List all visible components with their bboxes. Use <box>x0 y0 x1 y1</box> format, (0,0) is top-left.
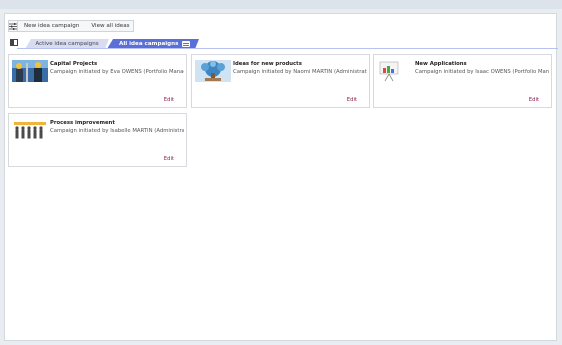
tab-underline <box>17 48 558 49</box>
sidebar-toggle-icon[interactable] <box>10 39 18 46</box>
campaigns-panel: New idea campaign View all ideas Active … <box>4 13 558 341</box>
edit-link[interactable]: Edit <box>347 97 357 103</box>
card-subtitle: Campaign initiated by Isabelle MARTIN (A… <box>50 128 184 134</box>
card-title[interactable]: Ideas for new products <box>233 61 302 67</box>
campaign-card[interactable]: Ideas for new products Campaign initiate… <box>191 54 370 108</box>
idea-tree-image <box>195 60 231 82</box>
card-subtitle: Campaign initiated by Eva OWENS (Portfol… <box>50 69 184 75</box>
menu-icon[interactable] <box>182 41 190 47</box>
sliders-icon[interactable] <box>9 21 18 31</box>
view-all-ideas-button[interactable]: View all ideas <box>85 23 135 29</box>
construction-workers-image <box>12 60 48 82</box>
toolbar: New idea campaign View all ideas <box>8 20 134 32</box>
tab-label: All idea campaigns <box>119 41 179 47</box>
tab-bar: Active idea campaigns All idea campaigns <box>5 38 558 49</box>
campaign-card[interactable]: Process improvement Campaign initiated b… <box>8 113 187 167</box>
new-idea-campaign-button[interactable]: New idea campaign <box>18 23 85 29</box>
tab-label: Active idea campaigns <box>35 41 99 47</box>
edit-link[interactable]: Edit <box>164 97 174 103</box>
edit-link[interactable]: Edit <box>164 156 174 162</box>
card-title[interactable]: Capital Projects <box>50 61 97 67</box>
edit-link[interactable]: Edit <box>529 97 539 103</box>
top-bar <box>0 0 562 9</box>
card-subtitle: Campaign initiated by Isaac OWENS (Portf… <box>415 69 549 75</box>
card-title[interactable]: Process improvement <box>50 120 115 126</box>
card-subtitle: Campaign initiated by Naomi MARTIN (Admi… <box>233 69 367 75</box>
presentation-board-image <box>377 60 413 82</box>
campaign-card[interactable]: Capital Projects Campaign initiated by E… <box>8 54 187 108</box>
card-title[interactable]: New Applications <box>415 61 467 67</box>
team-puzzle-image <box>12 119 48 141</box>
campaign-card[interactable]: New Applications Campaign initiated by I… <box>373 54 552 108</box>
